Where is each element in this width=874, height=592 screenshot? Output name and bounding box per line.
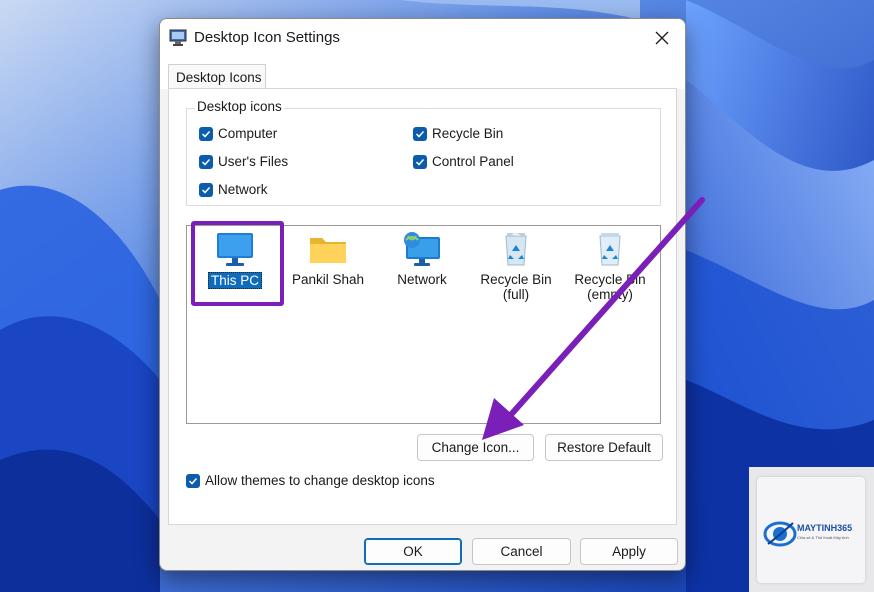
list-item-recycle-bin-full[interactable]: Recycle Bin (full) bbox=[470, 231, 562, 302]
checkbox-computer[interactable]: Computer bbox=[199, 126, 277, 141]
checkbox-checked-icon bbox=[413, 126, 427, 141]
checkbox-label: Computer bbox=[218, 126, 278, 141]
group-legend: Desktop icons bbox=[195, 99, 284, 114]
checkbox-checked-icon bbox=[199, 126, 213, 141]
checkbox-checked-icon bbox=[413, 154, 427, 169]
checkbox-control-panel[interactable]: Control Panel bbox=[413, 154, 514, 169]
desktop-icons-group: Desktop icons Computer Recycle Bin User'… bbox=[186, 99, 661, 206]
cancel-button[interactable]: Cancel bbox=[472, 538, 571, 565]
title-bar: Desktop Icon Settings bbox=[160, 19, 685, 57]
window-title: Desktop Icon Settings bbox=[194, 29, 340, 46]
brand-name: MAYTINH365 bbox=[797, 523, 853, 533]
tab-panel: Desktop icons Computer Recycle Bin User'… bbox=[168, 88, 677, 525]
checkbox-recycle-bin[interactable]: Recycle Bin bbox=[413, 126, 503, 141]
brand-tagline: Chia sẻ & Thủ thuật Máy tính bbox=[797, 535, 849, 540]
folder-icon bbox=[310, 238, 346, 263]
watermark-logo: MAYTINH365 Chia sẻ & Thủ thuật Máy tính bbox=[749, 467, 874, 592]
icon-label-line2: (full) bbox=[502, 287, 530, 302]
icon-label: Pankil Shah bbox=[291, 272, 365, 287]
list-item-recycle-bin-empty[interactable]: Recycle Bin (empty) bbox=[564, 231, 656, 302]
icon-label-line1: Recycle Bin bbox=[574, 272, 646, 287]
brand-logo-icon bbox=[763, 521, 797, 547]
checkbox-label: Network bbox=[218, 182, 268, 197]
restore-default-button[interactable]: Restore Default bbox=[545, 434, 663, 461]
highlight-box bbox=[191, 221, 284, 306]
checkbox-checked-icon bbox=[199, 182, 213, 197]
checkbox-checked-icon bbox=[186, 473, 200, 488]
close-button[interactable] bbox=[639, 19, 685, 57]
checkbox-label: Recycle Bin bbox=[432, 126, 504, 141]
checkbox-network[interactable]: Network bbox=[199, 182, 268, 197]
network-icon bbox=[404, 232, 440, 266]
checkbox-checked-icon bbox=[199, 154, 213, 169]
icon-label-line2: (empty) bbox=[587, 287, 633, 302]
recycle-bin-empty-icon bbox=[599, 233, 621, 266]
icon-label-line1: Recycle Bin bbox=[480, 272, 552, 287]
checkbox-label: Allow themes to change desktop icons bbox=[205, 473, 435, 488]
recycle-bin-full-icon bbox=[505, 232, 527, 266]
apply-button[interactable]: Apply bbox=[580, 538, 678, 565]
tab-desktop-icons[interactable]: Desktop Icons bbox=[168, 64, 266, 89]
list-item-network[interactable]: Network bbox=[376, 231, 468, 287]
close-icon bbox=[655, 31, 669, 45]
checkbox-label: Control Panel bbox=[432, 154, 514, 169]
change-icon-button[interactable]: Change Icon... bbox=[417, 434, 534, 461]
desktop-settings-icon bbox=[169, 29, 187, 46]
checkbox-allow-themes[interactable]: Allow themes to change desktop icons bbox=[186, 473, 435, 488]
list-item-pankil-shah[interactable]: Pankil Shah bbox=[282, 231, 374, 287]
icon-label: Network bbox=[397, 272, 447, 287]
ok-button[interactable]: OK bbox=[364, 538, 462, 565]
tab-bar: Desktop Icons bbox=[160, 57, 685, 89]
checkbox-label: User's Files bbox=[218, 154, 289, 169]
checkbox-users-files[interactable]: User's Files bbox=[199, 154, 288, 169]
